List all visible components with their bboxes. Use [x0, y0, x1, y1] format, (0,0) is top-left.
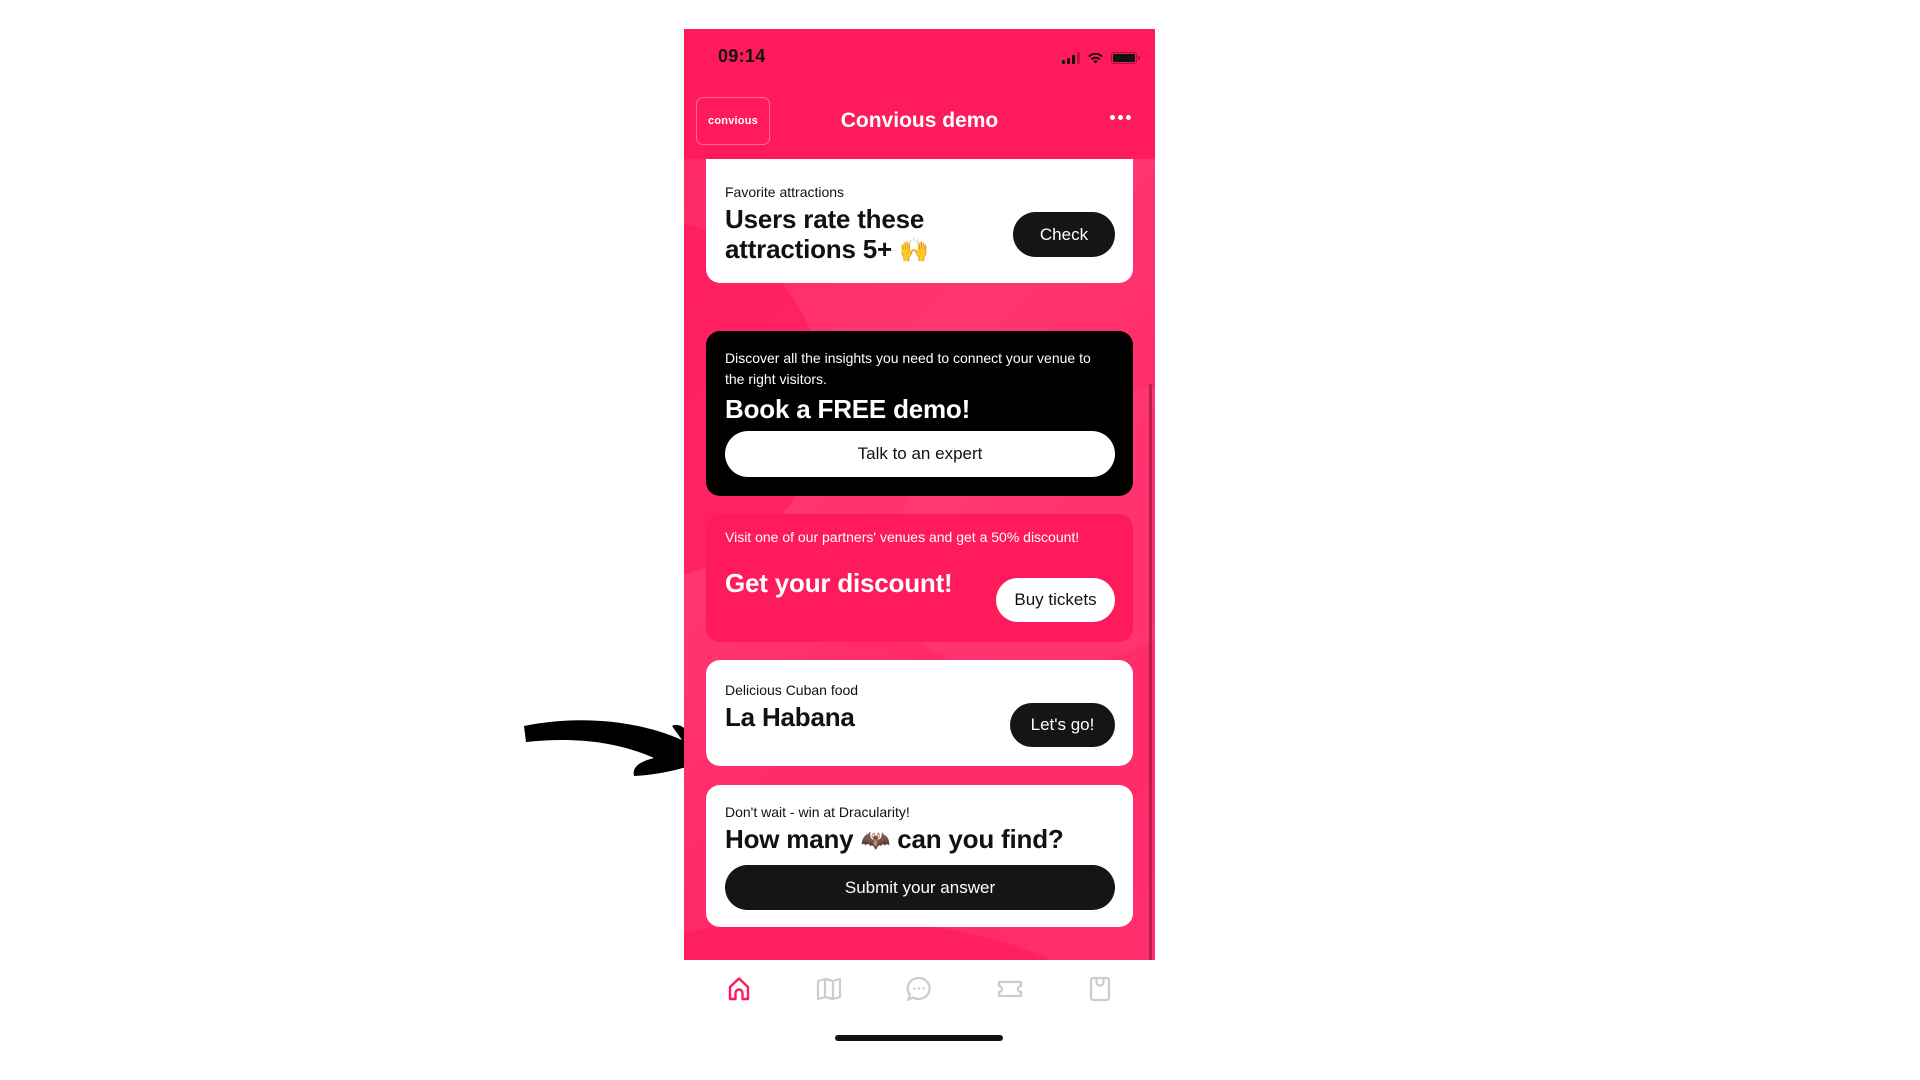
home-icon [728, 977, 750, 1001]
card-eyebrow: Visit one of our partners' venues and ge… [725, 529, 1080, 545]
lets-go-button[interactable]: Let's go! [1010, 703, 1115, 747]
raising-hands-icon: 🙌 [899, 236, 929, 264]
buy-tickets-button[interactable]: Buy tickets [996, 578, 1115, 622]
card-eyebrow: Delicious Cuban food [725, 682, 859, 698]
chat-bubble-icon [907, 976, 932, 1002]
more-options-icon[interactable] [1110, 115, 1131, 120]
card-title-text: Users rate these attractions 5+ [725, 204, 925, 264]
card-title: Users rate these attractions 5+ 🙌 [725, 204, 985, 265]
tab-tickets[interactable] [990, 969, 1030, 1009]
card-title: La Habana [725, 702, 855, 732]
card-la-habana: Delicious Cuban food La Habana Let's go! [706, 660, 1133, 766]
page-title: Convious demo [840, 109, 999, 132]
bat-icon: 🦇 [860, 826, 891, 854]
card-eyebrow: Don't wait - win at Dracularity! [725, 804, 910, 820]
card-title: How many 🦇 can you find? [725, 824, 1064, 855]
status-bar: 09:14 [684, 29, 1155, 89]
tab-home[interactable] [719, 969, 759, 1009]
home-indicator[interactable] [835, 1035, 1003, 1041]
feed-scroll-area[interactable]: Favorite attractions Users rate these at… [684, 159, 1155, 960]
card-eyebrow: Discover all the insights you need to co… [725, 350, 1091, 387]
card-discount: Visit one of our partners' venues and ge… [706, 514, 1133, 642]
tab-map[interactable] [809, 969, 849, 1009]
card-favorite-attractions: Favorite attractions Users rate these at… [706, 159, 1133, 283]
card-dracularity-contest: Don't wait - win at Dracularity! How man… [706, 785, 1133, 927]
ticket-icon [997, 980, 1022, 998]
card-title: Get your discount! [725, 568, 953, 598]
status-icons [1062, 51, 1140, 64]
shopping-bag-icon [1089, 976, 1110, 1002]
card-title: Book a FREE demo! [725, 394, 971, 424]
submit-answer-button[interactable]: Submit your answer [725, 865, 1115, 910]
map-icon [817, 977, 842, 1001]
card-book-demo: Discover all the insights you need to co… [706, 331, 1133, 496]
talk-to-expert-button[interactable]: Talk to an expert [725, 431, 1115, 477]
app-header: convious Convious demo [684, 89, 1155, 159]
card-title-start: How many [725, 824, 854, 854]
tab-shop[interactable] [1080, 969, 1120, 1009]
signal-icon [1062, 51, 1080, 64]
wifi-icon [1088, 52, 1103, 64]
phone-screen: 09:14 convious Convious demo Favorite at… [684, 29, 1155, 1041]
battery-icon [1111, 51, 1140, 64]
card-eyebrow: Favorite attractions [725, 184, 845, 200]
scrollbar[interactable] [1149, 384, 1152, 960]
tab-chat[interactable] [899, 969, 939, 1009]
check-button[interactable]: Check [1013, 212, 1115, 257]
bottom-tab-bar [684, 960, 1155, 1018]
status-time: 09:14 [718, 46, 766, 66]
card-title-end: can you find? [897, 824, 1064, 854]
